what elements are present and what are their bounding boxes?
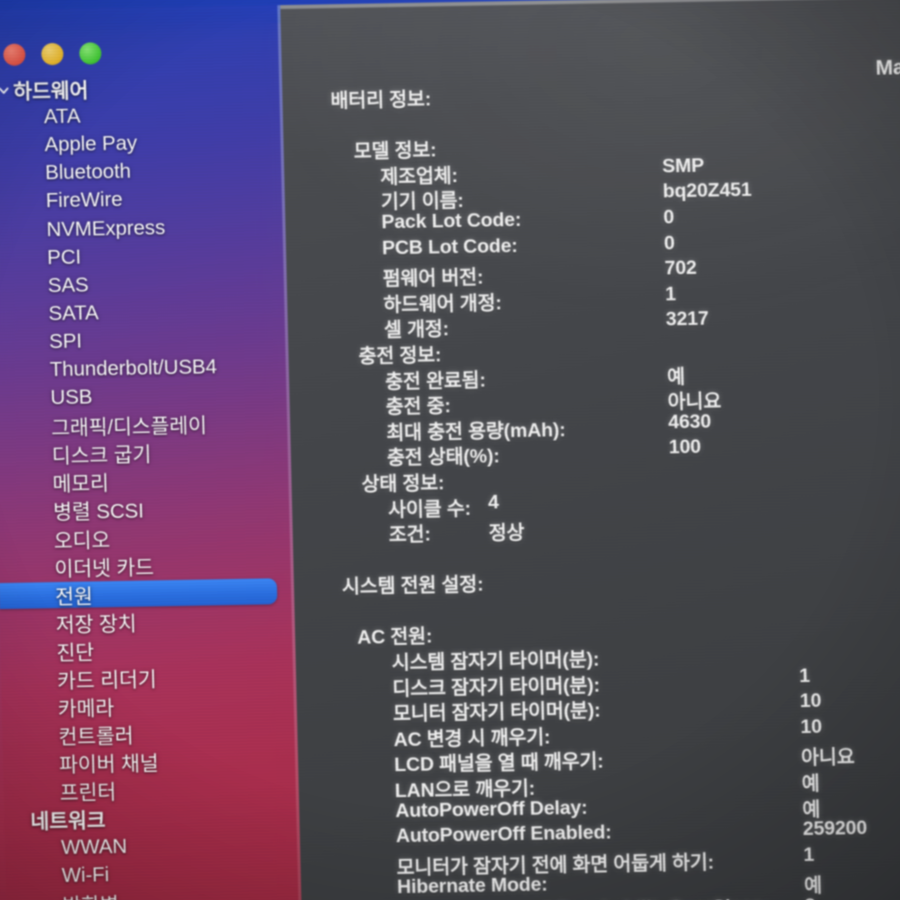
- zoom-button[interactable]: [79, 42, 102, 65]
- chevron-down-icon[interactable]: [0, 82, 11, 98]
- section-heading-label: 시스템 전원 설정:: [341, 573, 484, 599]
- sidebar-item-label: 이더넷 카드: [54, 556, 155, 581]
- sidebar-item-label: SATA: [48, 301, 99, 325]
- sidebar-item-label: 진단: [56, 641, 95, 665]
- detail-value: 4: [487, 490, 500, 514]
- minimize-button[interactable]: [41, 42, 64, 66]
- sidebar-item-label: Wi-Fi: [61, 862, 110, 887]
- sidebar-item-label: FireWire: [45, 188, 123, 213]
- detail-value: 100: [668, 436, 702, 459]
- sidebar-list: 하드웨어 ATA Apple Pay Bluetooth FireWire NVMExpr…: [0, 71, 303, 900]
- detail-value: 702: [664, 257, 697, 280]
- sidebar-item-label: 전원: [54, 585, 93, 609]
- sidebar-item-label: NVMExpress: [46, 215, 166, 241]
- detail-value: 10: [800, 715, 823, 738]
- sidebar-item-label: Apple Pay: [44, 131, 138, 157]
- detail-label: 조건:: [388, 523, 431, 547]
- detail-value: 3217: [665, 307, 709, 331]
- detail-value: 1: [803, 843, 815, 866]
- sidebar-item-label: PCI: [46, 245, 82, 269]
- sidebar-item-label: ATA: [43, 104, 81, 129]
- sidebar-item-label: 컨트롤러: [58, 724, 134, 750]
- sidebar-item-label: SPI: [48, 329, 83, 354]
- sidebar-item-label: 네트워크: [30, 809, 106, 835]
- detail-value: 10: [799, 689, 822, 713]
- sidebar-item-label: 카메라: [57, 697, 115, 722]
- detail-value: 4630: [667, 410, 712, 434]
- detail-value: 1: [798, 664, 811, 687]
- traffic-light-buttons[interactable]: [3, 42, 102, 66]
- detail-value: SMP: [661, 154, 705, 178]
- system-information-window: 하드웨어 ATA Apple Pay Bluetooth FireWire NVMExpr…: [0, 0, 900, 900]
- close-button[interactable]: [3, 43, 26, 66]
- detail-label: PCB Lot Code:: [381, 234, 518, 259]
- content-pane: MacB 배터리 정보: 모델 정보: 제조업체: SMP 기기 이름: bq20Z451…: [280, 0, 900, 900]
- power-report: MacB 배터리 정보: 모델 정보: 제조업체: SMP 기기 이름: bq20Z451…: [280, 0, 900, 900]
- screenshot-stage: 하드웨어 ATA Apple Pay Bluetooth FireWire NVMExpr…: [0, 0, 900, 900]
- sidebar-item-label: 메모리: [52, 472, 110, 497]
- sidebar-item-label: 프린터: [59, 781, 117, 806]
- sidebar-item-label: 하드웨어: [12, 79, 89, 104]
- sidebar-item-label: 오디오: [53, 528, 111, 553]
- detail-value: bq20Z451: [662, 179, 752, 203]
- sidebar-item-label: 파이버 채널: [58, 752, 159, 778]
- sidebar-item-label: 카드 리더기: [56, 668, 157, 694]
- sidebar-item-label: 병렬 SCSI: [52, 499, 145, 525]
- sidebar-item-label: 디스크 굽기: [51, 443, 152, 469]
- sidebar-item-label: WWAN: [60, 834, 128, 859]
- sidebar-item-label: 그래픽/디스플레이: [50, 414, 208, 441]
- selection-highlight: [0, 577, 278, 609]
- sidebar-item-label: USB: [50, 385, 93, 410]
- detail-label: AutoPowerOff Enabled:: [395, 821, 612, 848]
- detail-label: Pack Lot Code:: [381, 208, 522, 234]
- section-heading-label: 배터리 정보:: [330, 88, 432, 113]
- power-report-rows: 배터리 정보: 모델 정보: 제조업체: SMP 기기 이름: bq20Z451 Pack …: [330, 74, 900, 900]
- sidebar-item-label: SAS: [47, 273, 89, 297]
- sidebar-item-label: 방화벽: [62, 888, 119, 900]
- photographed-screen: 하드웨어 ATA Apple Pay Bluetooth FireWire NVMExpr…: [0, 0, 900, 900]
- sidebar-item-label: 저장 장치: [55, 612, 137, 637]
- detail-value: 3: [804, 895, 815, 900]
- sidebar-item-label: Bluetooth: [44, 160, 132, 185]
- detail-value: 259200: [802, 817, 868, 841]
- detail-label: AutoPowerOff Delay:: [395, 796, 588, 822]
- detail-value: 1: [664, 282, 677, 306]
- detail-value: 0: [663, 231, 675, 254]
- sidebar-item-label: Thunderbolt/USB4: [49, 355, 218, 382]
- detail-value: 정상: [488, 521, 525, 545]
- detail-value: 0: [663, 206, 675, 229]
- sidebar: 하드웨어 ATA Apple Pay Bluetooth FireWire NVMExpr…: [0, 5, 300, 900]
- detail-label: Hibernate Mode:: [396, 873, 548, 899]
